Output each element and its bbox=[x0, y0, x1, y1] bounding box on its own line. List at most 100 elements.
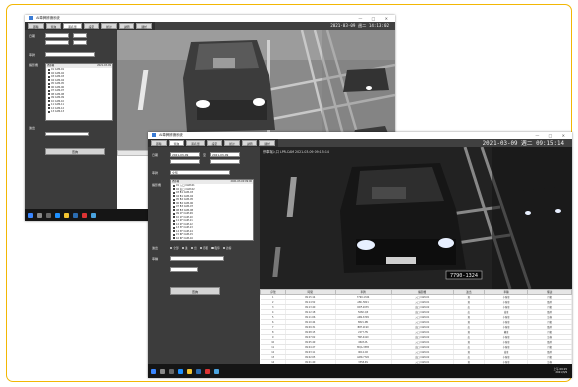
date-from-field[interactable]: 2021-03-09 bbox=[170, 152, 200, 157]
checkbox-icon[interactable] bbox=[173, 209, 175, 211]
store-icon[interactable] bbox=[196, 368, 201, 374]
checkbox-icon[interactable] bbox=[48, 93, 50, 95]
video-frame-image: 停車場入口 LPR-CAM 2021-03-09 09:15:14 7790-1… bbox=[260, 147, 572, 289]
date-to-field[interactable] bbox=[45, 40, 69, 45]
result-table-body: 1 09:15:14 7790-1324 入口 CAM-01 進小客車 月租 2 09:14:… bbox=[260, 294, 572, 364]
checkbox-icon[interactable] bbox=[173, 226, 175, 229]
checkbox-icon[interactable] bbox=[173, 212, 175, 215]
tab-settings[interactable]: 設定 bbox=[206, 140, 223, 146]
checkbox-icon[interactable] bbox=[173, 202, 175, 204]
checkbox-icon[interactable] bbox=[48, 82, 50, 85]
date-from-field[interactable] bbox=[45, 33, 69, 38]
mail-icon[interactable] bbox=[82, 212, 87, 218]
plate-field[interactable] bbox=[45, 52, 95, 57]
checkbox-icon[interactable] bbox=[173, 184, 175, 187]
checkbox-icon[interactable] bbox=[48, 79, 50, 81]
app-icon[interactable] bbox=[214, 368, 219, 374]
time-to-field[interactable] bbox=[73, 40, 87, 45]
edge-icon[interactable] bbox=[178, 368, 183, 374]
plate-field[interactable]: 全部 bbox=[170, 170, 230, 175]
checkbox-icon[interactable] bbox=[173, 205, 175, 208]
date-label: 日期 bbox=[29, 34, 36, 38]
checkbox-icon[interactable] bbox=[173, 191, 175, 194]
time-to-field[interactable] bbox=[210, 159, 240, 164]
tab-help[interactable]: 說明 bbox=[118, 23, 135, 29]
checkbox-icon[interactable] bbox=[48, 96, 50, 99]
task-view-icon[interactable] bbox=[169, 368, 174, 374]
checkbox-icon[interactable] bbox=[173, 237, 175, 239]
explorer-icon[interactable] bbox=[64, 212, 69, 218]
explorer-icon[interactable] bbox=[187, 368, 192, 374]
app-icon bbox=[152, 133, 156, 137]
tab-live[interactable]: 即時 bbox=[151, 140, 167, 146]
mail-icon[interactable] bbox=[205, 368, 210, 374]
camera-list[interactable]: 攝影機 2021-03-09 01 CAM-01 02 CAM-02 03 CA… bbox=[45, 63, 113, 121]
radio-option[interactable]: 全部 bbox=[170, 246, 179, 250]
radio-option[interactable]: 進 bbox=[181, 246, 188, 250]
checkbox-icon[interactable] bbox=[48, 100, 50, 102]
radio-icon[interactable] bbox=[181, 246, 184, 250]
radio-option[interactable]: 訪客 bbox=[222, 246, 231, 250]
tab-about[interactable]: 關於 bbox=[259, 140, 276, 146]
checkbox-icon[interactable] bbox=[173, 216, 175, 218]
camera-list[interactable]: 攝影機 2021-03-09 09:00 01 入口 CAM-01 02 出口 … bbox=[170, 179, 254, 241]
time-from-field[interactable] bbox=[73, 33, 87, 38]
tab-stats[interactable]: 統計 bbox=[224, 140, 240, 146]
search-icon[interactable] bbox=[37, 212, 42, 218]
radio-icon[interactable] bbox=[199, 246, 202, 250]
checkbox-icon[interactable] bbox=[173, 219, 175, 222]
app-icon[interactable] bbox=[91, 212, 96, 218]
list-item[interactable]: 13 CAM-13 bbox=[46, 110, 112, 114]
checkbox-icon[interactable] bbox=[173, 198, 175, 201]
checkbox-icon[interactable] bbox=[48, 68, 50, 71]
window-controls[interactable]: — □ ✕ bbox=[358, 15, 392, 22]
current-datetime: 2021-03-09 週二 14:13:02 bbox=[330, 23, 389, 28]
checkbox-icon[interactable] bbox=[48, 72, 50, 74]
vehicle-type-field[interactable] bbox=[170, 256, 224, 261]
time-from-field[interactable] bbox=[170, 159, 200, 164]
search-icon[interactable] bbox=[160, 368, 165, 374]
tab-help[interactable]: 說明 bbox=[241, 140, 258, 146]
checkbox-icon[interactable] bbox=[48, 103, 50, 106]
store-icon[interactable] bbox=[73, 212, 78, 218]
windows-icon[interactable] bbox=[28, 212, 33, 218]
plate-overlay: 7790-1324 bbox=[450, 273, 478, 279]
radio-icon[interactable] bbox=[211, 246, 214, 250]
tab-blacklist[interactable]: 黑名單 bbox=[63, 23, 82, 29]
checkbox-icon[interactable] bbox=[173, 223, 175, 225]
task-view-icon[interactable] bbox=[46, 212, 51, 218]
taskbar-clock[interactable]: 上午 09:15 2021/3/9 bbox=[554, 368, 568, 374]
checkbox-icon[interactable] bbox=[48, 86, 50, 88]
checkbox-icon[interactable] bbox=[173, 188, 175, 190]
checkbox-icon[interactable] bbox=[173, 195, 175, 197]
checkbox-icon[interactable] bbox=[173, 233, 175, 236]
radio-option[interactable]: 月租 bbox=[199, 246, 208, 250]
option-field[interactable] bbox=[45, 132, 89, 136]
tab-live[interactable]: 即時 bbox=[28, 23, 44, 29]
tab-blacklist[interactable]: 黑名單 bbox=[186, 140, 205, 146]
list-item[interactable]: 16 RF CAM-16 bbox=[171, 237, 253, 241]
radio-icon[interactable] bbox=[190, 246, 193, 250]
tab-settings[interactable]: 設定 bbox=[83, 23, 100, 29]
checkbox-icon[interactable] bbox=[173, 230, 175, 232]
tab-query[interactable]: 查詢 bbox=[168, 140, 185, 146]
checkbox-icon[interactable] bbox=[48, 107, 50, 109]
checkbox-icon[interactable] bbox=[48, 75, 50, 78]
result-grid[interactable]: 序號 時間 車牌 攝影機 進出 車種 備註 1 09:15:14 7790-1324… bbox=[260, 289, 572, 364]
checkbox-icon[interactable] bbox=[48, 89, 50, 92]
tab-about[interactable]: 關於 bbox=[136, 23, 153, 29]
edge-icon[interactable] bbox=[55, 212, 60, 218]
tab-stats[interactable]: 統計 bbox=[101, 23, 117, 29]
checkbox-icon[interactable] bbox=[48, 110, 50, 113]
windows-icon[interactable] bbox=[151, 368, 156, 374]
search-button[interactable]: 查詢 bbox=[45, 148, 105, 155]
radio-option[interactable]: 臨停 bbox=[211, 246, 220, 250]
radio-icon[interactable] bbox=[222, 246, 226, 250]
list-header-right: 2021-03-09 bbox=[97, 64, 111, 67]
date-to-field[interactable]: 2021-03-09 bbox=[210, 152, 240, 157]
extra-field[interactable] bbox=[170, 267, 198, 272]
camera-label: 攝影機 bbox=[152, 183, 162, 187]
search-button[interactable]: 查詢 bbox=[170, 287, 220, 295]
radio-option[interactable]: 出 bbox=[190, 246, 197, 250]
tab-query[interactable]: 查詢 bbox=[45, 23, 62, 29]
